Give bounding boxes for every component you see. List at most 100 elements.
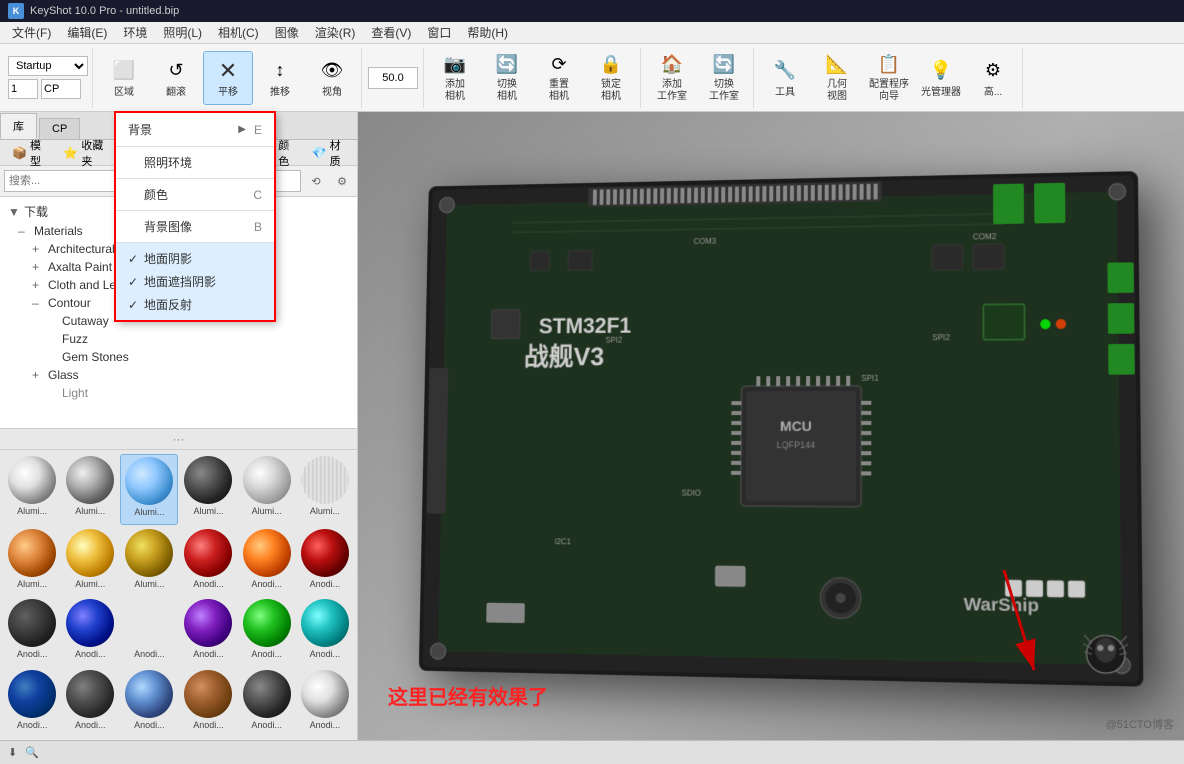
fov-btn[interactable]: 👁 视角 <box>307 51 357 105</box>
material-label-4: Alumi... <box>241 506 293 516</box>
bg-shortcut: E <box>254 123 262 137</box>
panel-resize-handle[interactable]: ··· <box>0 429 357 450</box>
search-refresh-btn[interactable]: ⟲ <box>305 170 327 192</box>
svg-text:SPI1: SPI1 <box>861 374 879 383</box>
material-grid: Alumi...Alumi...Alumi...Alumi...Alumi...… <box>0 450 357 740</box>
material-item-18[interactable]: Anodi... <box>4 668 60 737</box>
field2-input[interactable] <box>41 79 81 99</box>
material-item-4[interactable]: Alumi... <box>239 454 295 525</box>
material-item-9[interactable]: Anodi... <box>180 527 236 596</box>
material-sphere-21 <box>184 670 232 718</box>
pan-icon: ✕ <box>214 57 242 85</box>
watermark: @51CTO博客 <box>1106 716 1174 732</box>
material-item-5[interactable]: Alumi... <box>297 454 353 525</box>
material-item-2[interactable]: Alumi... <box>120 454 178 525</box>
zoom-input[interactable] <box>368 67 418 89</box>
menubar: 文件(F) 编辑(E) 环境 照明(L) 相机(C) 图像 渲染(R) 查看(V… <box>0 22 1184 44</box>
material-item-23[interactable]: Anodi... <box>297 668 353 737</box>
config-wizard-btn[interactable]: 📋 配置程序向导 <box>864 51 914 105</box>
lock-camera-btn[interactable]: 🔒 锁定相机 <box>586 51 636 105</box>
more-btn[interactable]: ⚙ 高... <box>968 51 1018 105</box>
tools-btn[interactable]: 🔧 工具 <box>760 51 810 105</box>
material-item-6[interactable]: Alumi... <box>4 527 60 596</box>
startup-select[interactable]: Startup <box>8 56 88 76</box>
add-studio-btn[interactable]: 🏠 添加工作室 <box>647 51 697 105</box>
material-label-11: Anodi... <box>299 579 351 589</box>
viewport[interactable]: MCU LQFP144 STM32F1 战舰V3 WarShip <box>358 112 1184 740</box>
region-icon: ⬜ <box>110 57 138 85</box>
ground-shadow-item[interactable]: ✓ 地面阴影 <box>116 247 274 270</box>
ground-reflection-item[interactable]: ✓ 地面反射 <box>116 293 274 316</box>
material-item-1[interactable]: Alumi... <box>62 454 118 525</box>
material-sphere-19 <box>66 670 114 718</box>
menu-render[interactable]: 渲染(R) <box>307 22 364 43</box>
add-camera-btn[interactable]: 📷 添加相机 <box>430 51 480 105</box>
shadow-check3: ✓ <box>128 298 144 312</box>
status-download-icon[interactable]: ⬇ <box>8 746 17 759</box>
pan-btn[interactable]: ✕ 平移 <box>203 51 253 105</box>
material-item-14[interactable]: Anodi... <box>120 597 178 666</box>
material-item-3[interactable]: Alumi... <box>180 454 236 525</box>
material-item-12[interactable]: Anodi... <box>4 597 60 666</box>
material-item-19[interactable]: Anodi... <box>62 668 118 737</box>
zoom-group <box>364 48 424 108</box>
material-item-22[interactable]: Anodi... <box>239 668 295 737</box>
menu-help[interactable]: 帮助(H) <box>459 22 516 43</box>
ground-occlusion-item[interactable]: ✓ 地面遮挡阴影 <box>116 270 274 293</box>
material-sphere-20 <box>125 670 173 718</box>
bg-header[interactable]: 背景 ▶ E <box>116 117 274 142</box>
material-item-13[interactable]: Anodi... <box>62 597 118 666</box>
backplate-section: 背景图像 B <box>116 211 274 243</box>
svg-text:COM3: COM3 <box>694 237 717 246</box>
annotation-text: 这里已经有效果了 <box>388 681 548 710</box>
reset-camera-btn[interactable]: ⟳ 重置相机 <box>534 51 584 105</box>
material-item-21[interactable]: Anodi... <box>180 668 236 737</box>
light-mgr-btn[interactable]: 💡 光管理器 <box>916 51 966 105</box>
menu-window[interactable]: 窗口 <box>419 22 459 43</box>
backplate-item[interactable]: 背景图像 B <box>116 215 274 238</box>
color-item[interactable]: 颜色 C <box>116 183 274 206</box>
tree-light[interactable]: Light <box>0 384 357 402</box>
tree-gemstones[interactable]: Gem Stones <box>0 348 357 366</box>
region-btn[interactable]: ⬜ 区域 <box>99 51 149 105</box>
geo-view-btn[interactable]: 📐 几何视图 <box>812 51 862 105</box>
material-item-17[interactable]: Anodi... <box>297 597 353 666</box>
search-settings-btn[interactable]: ⚙ <box>331 170 353 192</box>
material-label-5: Alumi... <box>299 506 351 516</box>
cloth-expander: + <box>32 278 46 292</box>
switch-camera-btn[interactable]: 🔄 切换相机 <box>482 51 532 105</box>
add-studio-icon: 🏠 <box>658 53 686 77</box>
menu-lighting[interactable]: 照明(L) <box>155 22 210 43</box>
material-item-15[interactable]: Anodi... <box>180 597 236 666</box>
material-item-0[interactable]: Alumi... <box>4 454 60 525</box>
dolly-btn[interactable]: ↕ 推移 <box>255 51 305 105</box>
menu-image[interactable]: 图像 <box>267 22 307 43</box>
switch-studio-btn[interactable]: 🔄 切换工作室 <box>699 51 749 105</box>
material-sphere-18 <box>8 670 56 718</box>
tools-icon: 🔧 <box>771 57 799 85</box>
tree-fuzz[interactable]: Fuzz <box>0 330 357 348</box>
material-item-7[interactable]: Alumi... <box>62 527 118 596</box>
menu-file[interactable]: 文件(F) <box>4 22 59 43</box>
material-item-10[interactable]: Anodi... <box>239 527 295 596</box>
material-item-8[interactable]: Alumi... <box>120 527 178 596</box>
material-sphere-4 <box>243 456 291 504</box>
menu-camera[interactable]: 相机(C) <box>210 22 267 43</box>
menu-edit[interactable]: 编辑(E) <box>59 22 115 43</box>
status-search-icon[interactable]: 🔍 <box>25 746 39 759</box>
lighting-label: 照明环境 <box>144 154 262 171</box>
material-item-16[interactable]: Anodi... <box>239 597 295 666</box>
view-tools-group: ⬜ 区域 ↺ 翻滚 ✕ 平移 ↕ 推移 👁 视角 <box>95 48 362 108</box>
menu-view[interactable]: 查看(V) <box>363 22 419 43</box>
material-sphere-9 <box>184 529 232 577</box>
material-label-0: Alumi... <box>6 506 58 516</box>
roll-btn[interactable]: ↺ 翻滚 <box>151 51 201 105</box>
material-item-20[interactable]: Anodi... <box>120 668 178 737</box>
material-sphere-13 <box>66 599 114 647</box>
svg-text:SPI2: SPI2 <box>605 336 622 345</box>
menu-env[interactable]: 环境 <box>115 22 155 43</box>
material-item-11[interactable]: Anodi... <box>297 527 353 596</box>
tree-glass[interactable]: + Glass <box>0 366 357 384</box>
field1-input[interactable] <box>8 79 38 99</box>
lighting-item[interactable]: 照明环境 <box>116 151 274 174</box>
